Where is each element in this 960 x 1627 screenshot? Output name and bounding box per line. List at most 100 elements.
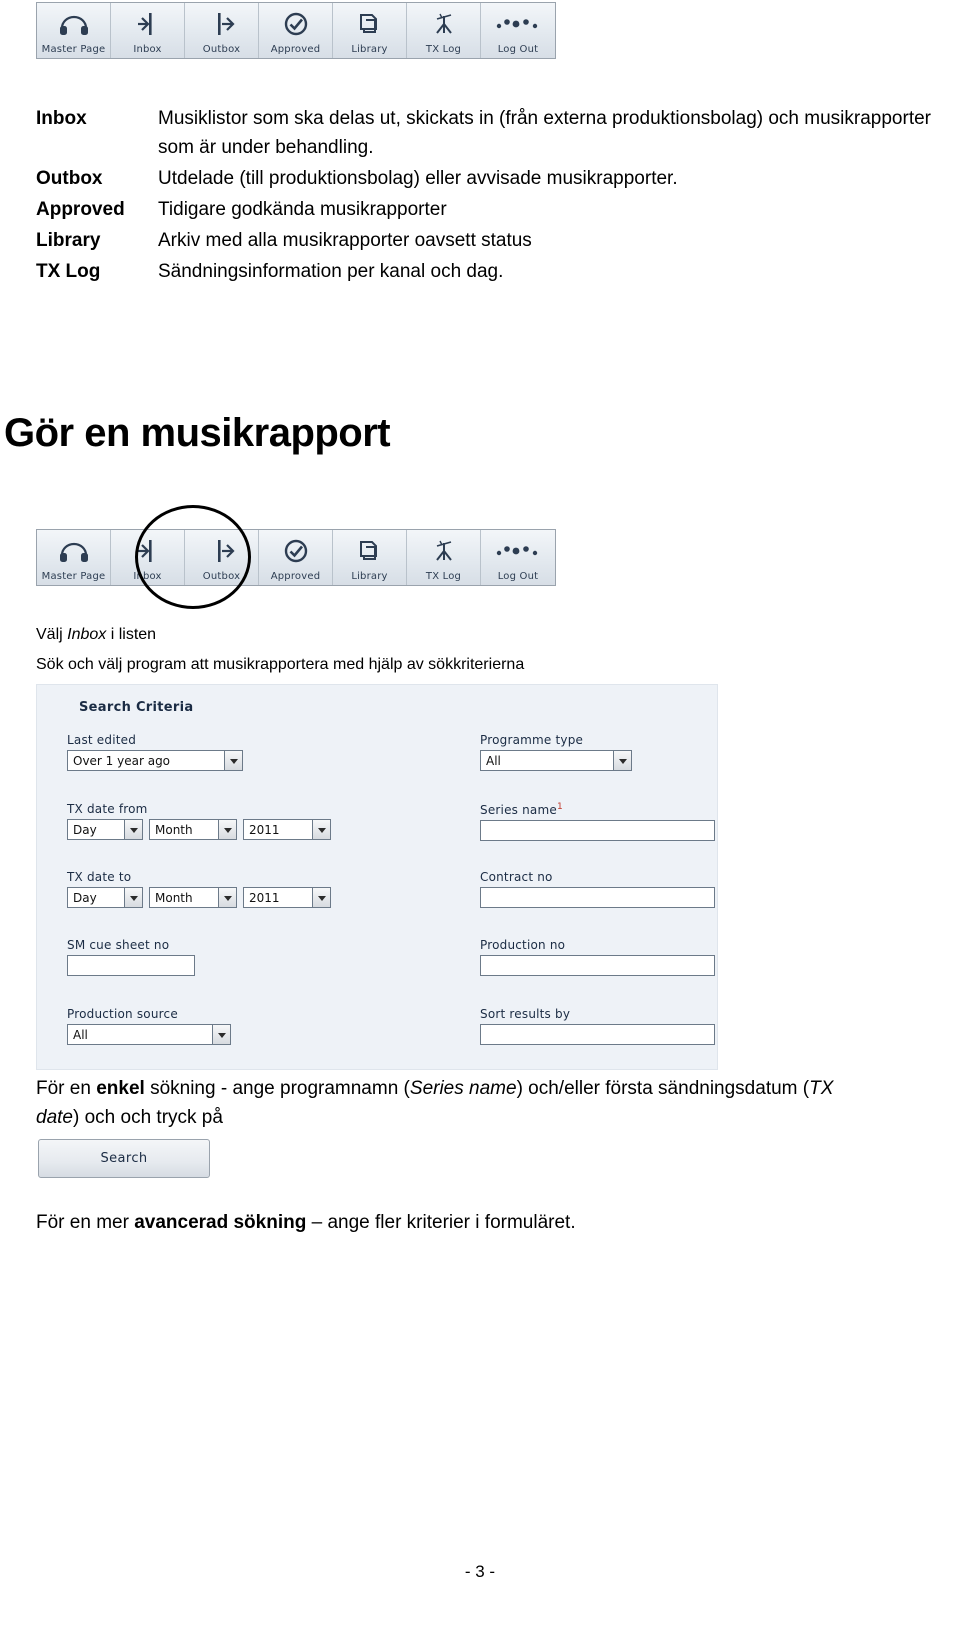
production-no-input[interactable] xyxy=(480,955,715,976)
toolbar-item-library[interactable]: Library xyxy=(333,3,407,58)
programme-type-value: All xyxy=(486,753,501,768)
dots-icon xyxy=(481,3,555,44)
chevron-down-icon xyxy=(130,895,138,901)
field-label: Production no xyxy=(480,938,566,952)
last-edited-value: Over 1 year ago xyxy=(73,753,171,768)
toolbar-item-master-page[interactable]: Master Page xyxy=(37,530,111,585)
field-tx-date-to: TX date to Day Month 2011 xyxy=(67,870,367,908)
check-circle-icon xyxy=(259,3,332,44)
tx-date-from-month-value: Month xyxy=(155,822,193,837)
toolbar-item-outbox[interactable]: Outbox xyxy=(185,3,259,58)
toolbar-label: Inbox xyxy=(133,44,162,55)
definition-term: TX Log xyxy=(36,261,101,282)
field-label: SM cue sheet no xyxy=(67,938,170,952)
series-name-label-text: Series name xyxy=(480,803,557,817)
programme-type-select[interactable]: All xyxy=(480,750,632,771)
paragraph-italic-series-name: Series name xyxy=(409,1078,517,1099)
toolbar-label: TX Log xyxy=(425,571,462,582)
field-production-no: Production no xyxy=(480,938,720,976)
toolbar-item-tx-log[interactable]: TX Log xyxy=(407,3,481,58)
contract-no-input[interactable] xyxy=(480,887,715,908)
field-label: Production source xyxy=(67,1007,178,1021)
definition-term: Outbox xyxy=(36,168,103,189)
tx-date-to-month-value: Month xyxy=(155,890,193,905)
definition-description: Musiklistor som ska delas ut, skickats i… xyxy=(158,108,931,158)
menu-definition-list: Inbox Musiklistor som ska delas ut, skic… xyxy=(36,104,936,288)
field-label: Series name1 xyxy=(480,802,720,817)
paragraph-bold-avancerad: avancerad sökning xyxy=(134,1212,307,1233)
definition-description: Tidigare godkända musikrapporter xyxy=(158,199,447,220)
field-sm-cue-sheet-no: SM cue sheet no xyxy=(67,938,267,976)
toolbar-label: Library xyxy=(351,571,388,582)
field-label: TX date to xyxy=(67,870,132,884)
page-number: - 3 - xyxy=(464,1562,496,1581)
advanced-search-paragraph: För en mer avancerad sökning – ange fler… xyxy=(36,1212,576,1234)
tx-date-to-day-select[interactable]: Day xyxy=(67,887,143,908)
tx-date-from-day-select[interactable]: Day xyxy=(67,819,143,840)
definition-description: Sändningsinformation per kanal och dag. xyxy=(158,261,504,282)
sort-results-by-input[interactable] xyxy=(480,1024,715,1045)
toolbar-item-log-out[interactable]: Log Out xyxy=(481,530,555,585)
field-label: Sort results by xyxy=(480,1007,571,1021)
toolbar-label: Approved xyxy=(270,571,321,582)
form-title: Search Criteria xyxy=(79,700,194,715)
outbox-arrow-icon xyxy=(185,3,258,44)
instruction-prefix: Välj xyxy=(36,626,68,643)
copy-pages-icon xyxy=(333,3,406,44)
chevron-down-icon xyxy=(318,827,326,833)
toolbar-item-tx-log[interactable]: TX Log xyxy=(407,530,481,585)
toolbar-item-library[interactable]: Library xyxy=(333,530,407,585)
tx-date-to-year-select[interactable]: 2011 xyxy=(243,887,331,908)
tx-date-from-day-value: Day xyxy=(73,822,97,837)
definition-description: Utdelade (till produktionsbolag) eller a… xyxy=(158,168,678,189)
tx-date-from-year-value: 2011 xyxy=(249,822,280,837)
definition-term: Inbox xyxy=(36,108,87,129)
headphones-icon xyxy=(37,530,110,571)
chevron-down-icon xyxy=(224,827,232,833)
toolbar-item-approved[interactable]: Approved xyxy=(259,3,333,58)
toolbar-label: Master Page xyxy=(41,571,106,582)
tx-date-to-month-select[interactable]: Month xyxy=(149,887,237,908)
page-title: Gör en musikrapport xyxy=(4,411,391,455)
field-last-edited: Last edited Over 1 year ago xyxy=(67,733,267,771)
toolbar-label: TX Log xyxy=(425,44,462,55)
chevron-down-icon xyxy=(130,827,138,833)
top-navigation-toolbar: Master Page Inbox Outbox Approved Librar… xyxy=(36,2,556,59)
toolbar-item-inbox[interactable]: Inbox xyxy=(111,3,185,58)
definition-row: Library Arkiv med alla musikrapporter oa… xyxy=(36,226,936,255)
last-edited-select[interactable]: Over 1 year ago xyxy=(67,750,243,771)
second-navigation-toolbar: Master Page Inbox Outbox Approved Librar… xyxy=(36,529,556,586)
simple-search-paragraph: För en enkel sökning - ange programnamn … xyxy=(36,1074,836,1132)
search-criteria-form: Search Criteria Last edited Over 1 year … xyxy=(36,684,718,1070)
field-label: Contract no xyxy=(480,870,553,884)
toolbar-label: Library xyxy=(351,44,388,55)
series-name-required-marker: 1 xyxy=(556,802,563,812)
paragraph-part-2: sökning - ange programnamn ( xyxy=(144,1078,410,1099)
toolbar-label: Log Out xyxy=(497,571,539,582)
field-sort-results-by: Sort results by xyxy=(480,1007,720,1045)
chevron-down-icon xyxy=(230,758,238,764)
production-source-select[interactable]: All xyxy=(67,1024,231,1045)
toolbar-item-approved[interactable]: Approved xyxy=(259,530,333,585)
sm-cue-sheet-no-input[interactable] xyxy=(67,955,195,976)
field-label: Last edited xyxy=(67,733,137,747)
tx-date-from-month-select[interactable]: Month xyxy=(149,819,237,840)
toolbar-item-master-page[interactable]: Master Page xyxy=(37,3,111,58)
search-button[interactable]: Search xyxy=(38,1139,210,1178)
check-circle-icon xyxy=(259,530,332,571)
transmitter-icon xyxy=(407,3,480,44)
field-contract-no: Contract no xyxy=(480,870,720,908)
production-source-value: All xyxy=(73,1027,88,1042)
series-name-input[interactable] xyxy=(480,820,715,841)
transmitter-icon xyxy=(407,530,480,571)
field-production-source: Production source All xyxy=(67,1007,267,1045)
inbox-arrow-icon xyxy=(111,3,184,44)
paragraph-part-1: För en mer xyxy=(36,1212,135,1233)
tx-date-from-year-select[interactable]: 2011 xyxy=(243,819,331,840)
copy-pages-icon xyxy=(333,530,406,571)
toolbar-item-log-out[interactable]: Log Out xyxy=(481,3,555,58)
field-label: TX date from xyxy=(67,802,148,816)
chevron-down-icon xyxy=(224,895,232,901)
paragraph-part-4: ) och och tryck på xyxy=(72,1107,223,1128)
field-programme-type: Programme type All xyxy=(480,733,720,771)
